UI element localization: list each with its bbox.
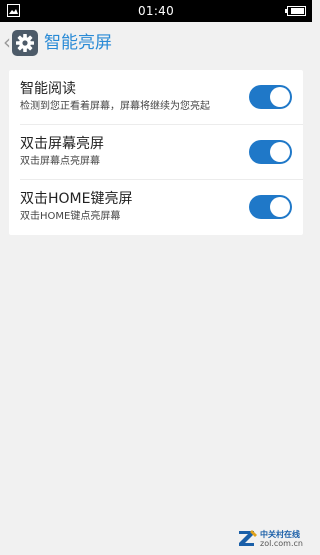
- setting-row-smart-reading[interactable]: 智能阅读 检测到您正看着屏幕，屏幕将继续为您亮起: [9, 70, 303, 125]
- smart-reading-toggle[interactable]: [249, 85, 292, 109]
- setting-label: 双击HOME键亮屏: [20, 191, 133, 207]
- setting-description: 检测到您正看着屏幕，屏幕将继续为您亮起: [20, 101, 210, 112]
- setting-description: 双击屏幕点亮屏幕: [20, 156, 100, 167]
- status-time: 01:40: [137, 4, 175, 18]
- double-tap-screen-toggle[interactable]: [249, 140, 292, 164]
- double-tap-home-toggle[interactable]: [249, 195, 292, 219]
- battery-icon: [285, 6, 306, 16]
- setting-label: 智能阅读: [20, 81, 76, 97]
- toggle-knob: [270, 142, 290, 162]
- watermark-url: zol.com.cn: [260, 539, 303, 548]
- toggle-knob: [270, 87, 290, 107]
- zol-logo-icon: [239, 530, 257, 546]
- settings-card: 智能阅读 检测到您正看着屏幕，屏幕将继续为您亮起 双击屏幕亮屏 双击屏幕点亮屏幕…: [9, 70, 303, 235]
- settings-gear-icon: [12, 30, 38, 56]
- setting-description: 双击HOME键点亮屏幕: [20, 211, 121, 222]
- watermark: 中关村在线 zol.com.cn: [238, 527, 308, 549]
- status-bar: 01:40: [0, 0, 312, 22]
- setting-row-double-tap-home[interactable]: 双击HOME键亮屏 双击HOME键点亮屏幕: [9, 180, 303, 235]
- setting-row-double-tap-screen[interactable]: 双击屏幕亮屏 双击屏幕点亮屏幕: [9, 125, 303, 180]
- setting-label: 双击屏幕亮屏: [20, 136, 104, 152]
- toggle-knob: [270, 197, 290, 217]
- app-bar: ‹ 智能亮屏: [0, 22, 312, 64]
- page-title: 智能亮屏: [44, 33, 112, 53]
